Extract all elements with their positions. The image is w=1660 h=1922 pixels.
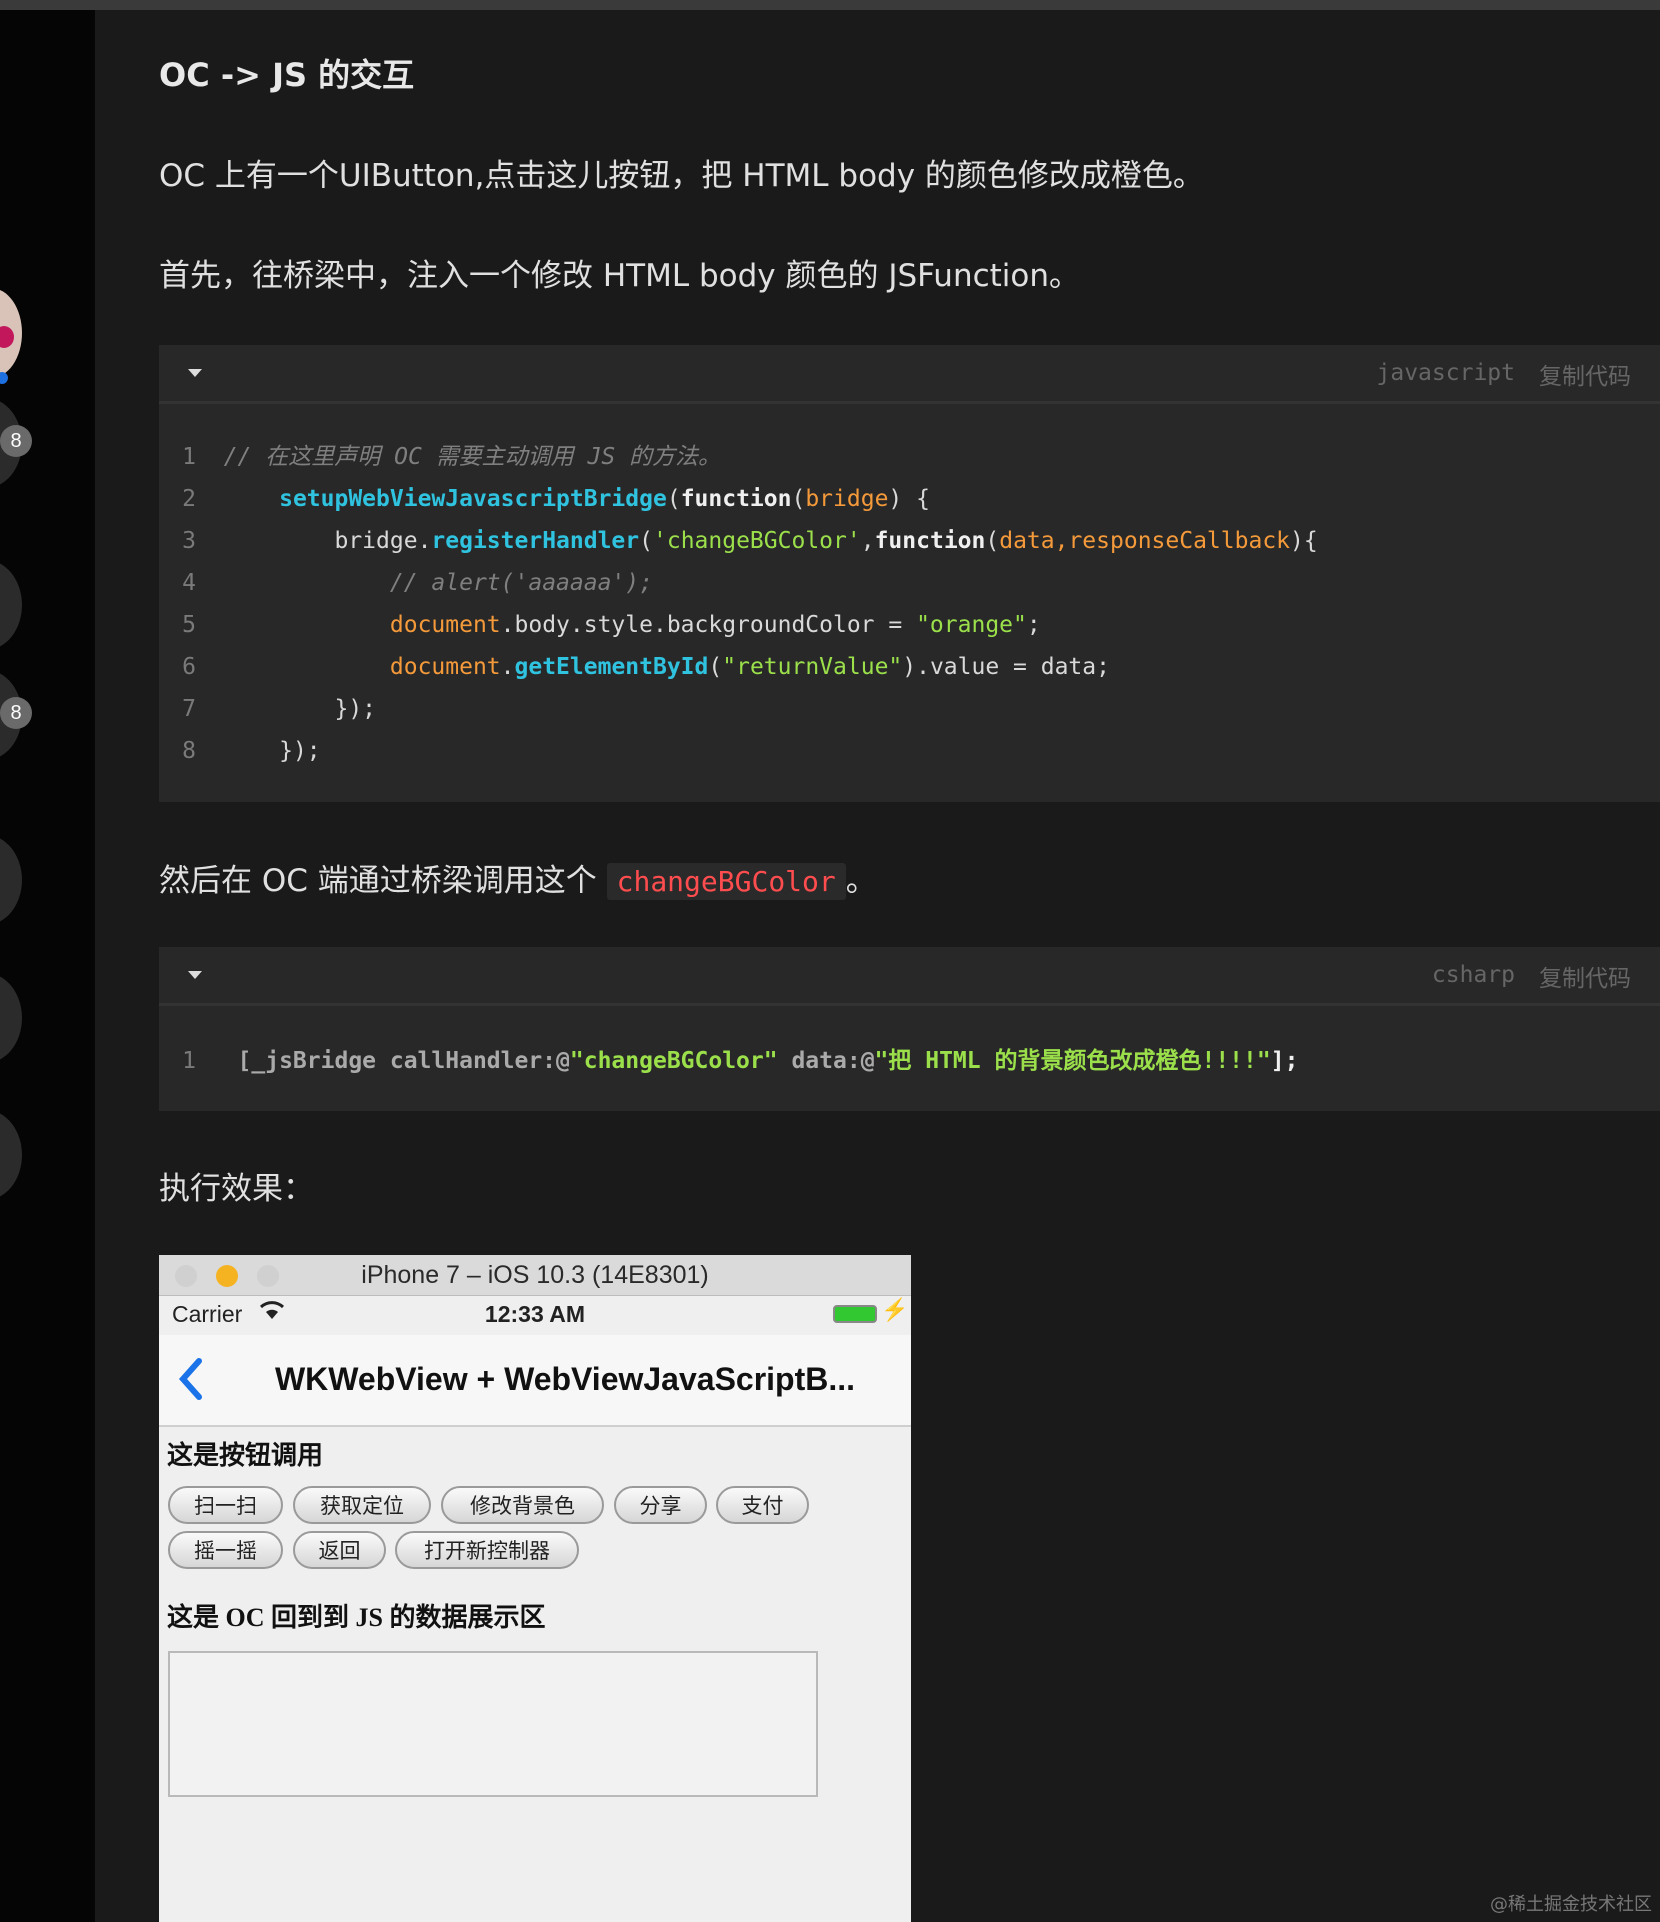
ios-status-bar: Carrier 12:33 AM ⚡	[159, 1297, 911, 1333]
pay-button[interactable]: 支付	[716, 1486, 809, 1524]
code-language-label: javascript	[1376, 360, 1515, 386]
simulator-titlebar: iPhone 7 – iOS 10.3 (14E8301)	[159, 1255, 911, 1296]
code-block-csharp: csharp 复制代码 1 [_jsBridge callHandler:@"c…	[159, 947, 1660, 1111]
left-rail	[0, 10, 95, 1922]
nav-title: WKWebView + WebViewJavaScriptB...	[274, 1361, 856, 1397]
return-value-textarea[interactable]	[168, 1651, 818, 1797]
top-bar	[0, 0, 1660, 10]
ios-nav-bar: WKWebView + WebViewJavaScriptB...	[159, 1335, 911, 1427]
simulator-screenshot: iPhone 7 – iOS 10.3 (14E8301) Carrier 12…	[159, 1255, 911, 1922]
avatar-dot	[0, 326, 14, 348]
change-bg-color-button[interactable]: 修改背景色	[441, 1486, 604, 1524]
copy-code-button[interactable]: 复制代码	[1539, 357, 1631, 391]
collapse-caret-icon[interactable]	[188, 971, 202, 979]
code-line: 7 });	[182, 696, 377, 722]
code-line: 4 // alert('aaaaaa');	[182, 570, 653, 596]
watermark: @稀土掘金技术社区	[1490, 1894, 1652, 1915]
paragraph-call-handler: 然后在 OC 端通过桥梁调用这个 changeBGColor。	[159, 863, 877, 900]
code-line: 1 [_jsBridge callHandler:@"changeBGColor…	[182, 1048, 1299, 1074]
share-action-button[interactable]: 分享	[614, 1486, 707, 1524]
data-area-heading: 这是 OC 回到到 JS 的数据展示区	[167, 1603, 546, 1632]
code-language-label: csharp	[1431, 962, 1515, 988]
copy-code-button[interactable]: 复制代码	[1539, 959, 1631, 993]
code-block-header: javascript 复制代码	[159, 345, 1660, 404]
comment-count-badge: 8	[0, 697, 32, 729]
code-line: 2 setupWebViewJavascriptBridge(function(…	[182, 486, 930, 512]
paragraph-result: 执行效果：	[159, 1171, 314, 1207]
charging-bolt-icon: ⚡	[881, 1297, 909, 1322]
like-count-badge: 8	[0, 425, 32, 457]
code-line: 6 document.getElementById("returnValue")…	[182, 654, 1110, 680]
battery-icon	[833, 1305, 877, 1323]
paragraph-intro: OC 上有一个UIButton,点击这儿按钮，把 HTML body 的颜色修改…	[159, 158, 1204, 194]
go-back-button[interactable]: 返回	[293, 1531, 386, 1569]
paragraph-first-step: 首先，往桥梁中，注入一个修改 HTML body 颜色的 JSFunction。	[159, 258, 1081, 294]
status-time: 12:33 AM	[484, 1301, 586, 1327]
get-location-button[interactable]: 获取定位	[293, 1486, 431, 1524]
scan-button[interactable]: 扫一扫	[168, 1486, 283, 1524]
inline-code-changebgcolor: changeBGColor	[606, 863, 846, 900]
collapse-caret-icon[interactable]	[188, 369, 202, 377]
code-line: 1 // 在这里声明 OC 需要主动调用 JS 的方法。	[182, 444, 722, 470]
code-block-javascript: javascript 复制代码 1 // 在这里声明 OC 需要主动调用 JS …	[159, 345, 1660, 802]
code-line: 3 bridge.registerHandler('changeBGColor'…	[182, 528, 1318, 554]
simulator-window-title: iPhone 7 – iOS 10.3 (14E8301)	[361, 1261, 709, 1289]
open-new-controller-button[interactable]: 打开新控制器	[395, 1531, 579, 1569]
code-line: 8 });	[182, 738, 321, 764]
code-line: 5 document.body.style.backgroundColor = …	[182, 612, 1041, 638]
code-block-header: csharp 复制代码	[159, 947, 1660, 1006]
button-section-heading: 这是按钮调用	[167, 1441, 324, 1470]
section-heading: OC -> JS 的交互	[159, 56, 415, 94]
shake-button[interactable]: 摇一摇	[168, 1531, 283, 1569]
